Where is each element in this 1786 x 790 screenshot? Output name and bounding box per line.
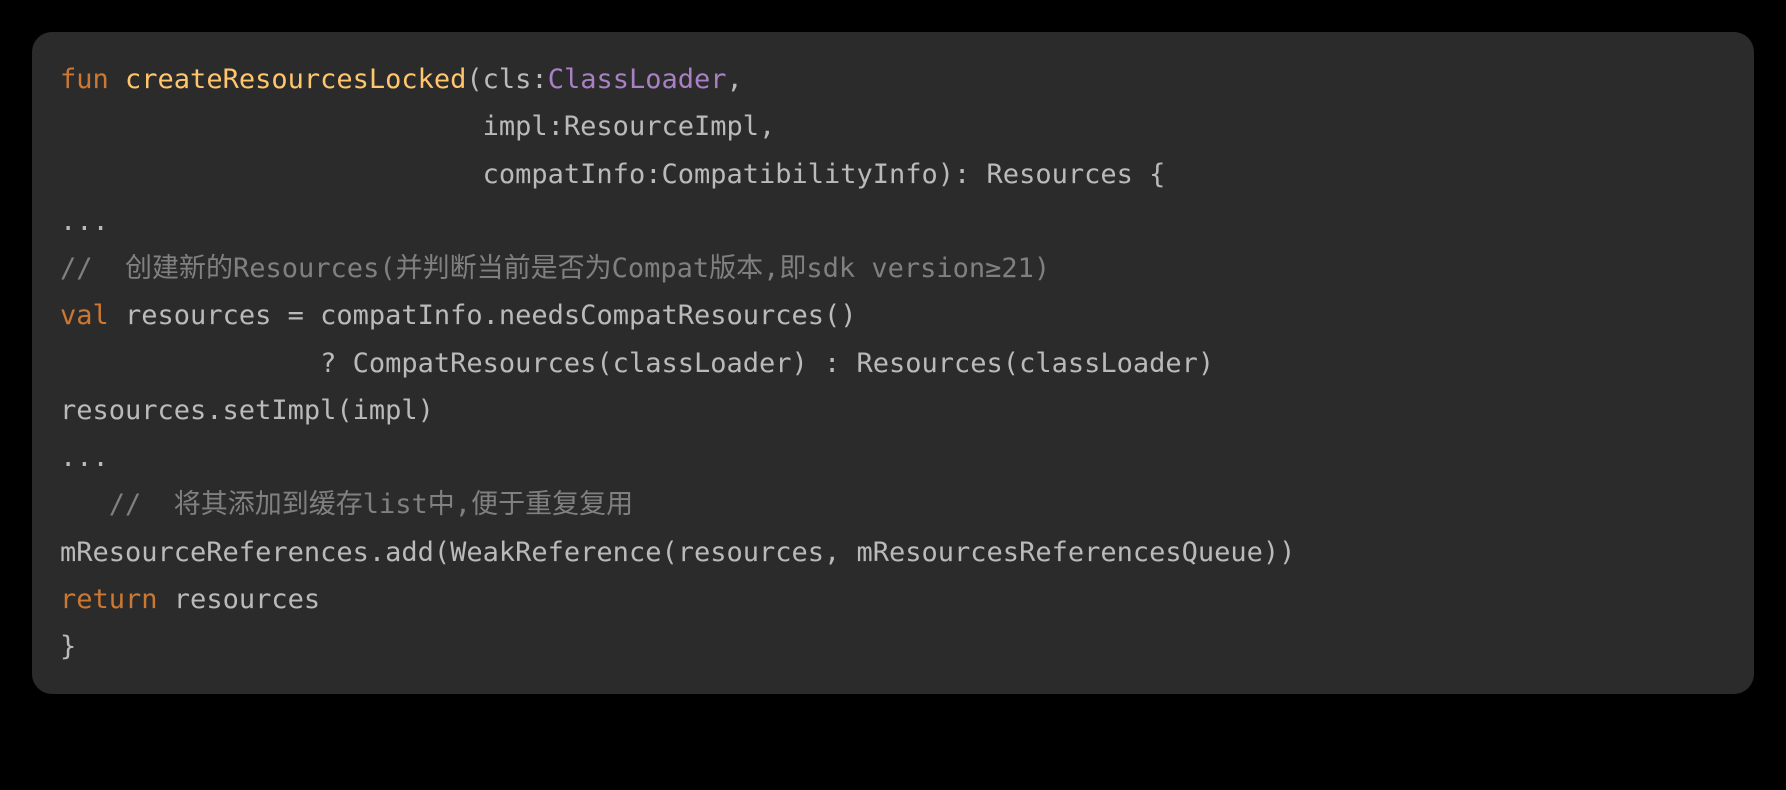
code-line-13: }	[60, 631, 76, 662]
line6-rest: resources = compatInfo.needsCompatResour…	[109, 300, 857, 331]
code-line-9: ...	[60, 442, 109, 473]
comma: ,	[727, 64, 743, 95]
param-open: (cls:	[466, 64, 547, 95]
code-line-5-comment: // 创建新的Resources(并判断当前是否为Compat版本,即sdk v…	[60, 253, 1050, 284]
keyword-val: val	[60, 300, 109, 331]
keyword-fun: fun	[60, 64, 109, 95]
function-name: createResourcesLocked	[109, 64, 467, 95]
type-classloader: ClassLoader	[548, 64, 727, 95]
code-line-3: compatInfo:CompatibilityInfo): Resources…	[60, 159, 1165, 190]
keyword-return: return	[60, 584, 158, 615]
code-line-2: impl:ResourceImpl,	[60, 111, 775, 142]
code-line-12: return resources	[60, 584, 320, 615]
code-block: fun createResourcesLocked(cls:ClassLoade…	[32, 32, 1754, 694]
code-line-1: fun createResourcesLocked(cls:ClassLoade…	[60, 64, 743, 95]
line12-rest: resources	[158, 584, 321, 615]
code-line-10-comment: // 将其添加到缓存list中,便于重复复用	[60, 489, 633, 520]
code-line-7: ? CompatResources(classLoader) : Resourc…	[60, 348, 1214, 379]
code-line-8: resources.setImpl(impl)	[60, 395, 434, 426]
code-line-6: val resources = compatInfo.needsCompatRe…	[60, 300, 857, 331]
code-line-11: mResourceReferences.add(WeakReference(re…	[60, 537, 1295, 568]
code-line-4: ...	[60, 206, 109, 237]
